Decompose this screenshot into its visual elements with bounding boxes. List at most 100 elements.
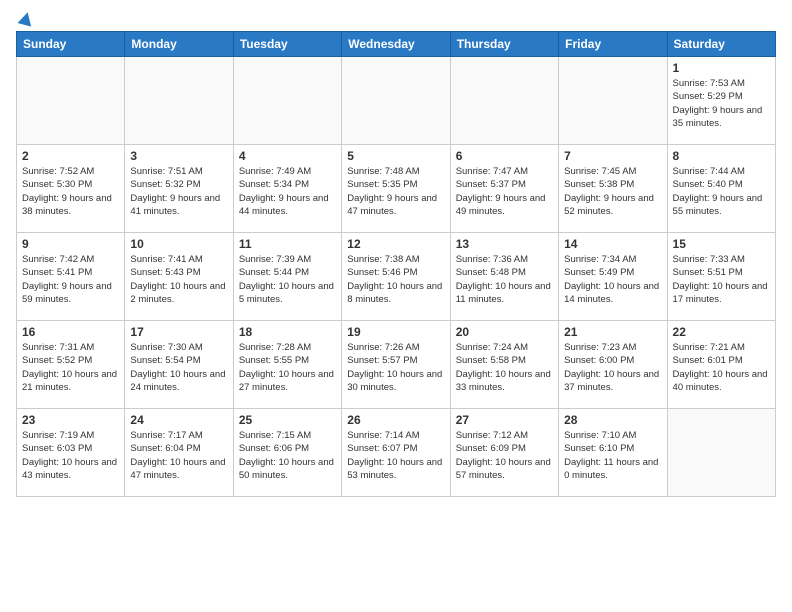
weekday-header-tuesday: Tuesday (233, 32, 341, 57)
day-number: 19 (347, 325, 444, 339)
day-number: 14 (564, 237, 661, 251)
calendar-cell: 27 Sunrise: 7:12 AM Sunset: 6:09 PM Dayli… (450, 409, 558, 497)
calendar-cell: 26 Sunrise: 7:14 AM Sunset: 6:07 PM Dayli… (342, 409, 450, 497)
weekday-header-sunday: Sunday (17, 32, 125, 57)
calendar-cell (233, 57, 341, 145)
calendar-cell: 7 Sunrise: 7:45 AM Sunset: 5:38 PM Daylig… (559, 145, 667, 233)
day-info: Sunrise: 7:26 AM Sunset: 5:57 PM Dayligh… (347, 341, 444, 394)
calendar-cell: 24 Sunrise: 7:17 AM Sunset: 6:04 PM Dayli… (125, 409, 233, 497)
weekday-header-saturday: Saturday (667, 32, 775, 57)
day-info: Sunrise: 7:39 AM Sunset: 5:44 PM Dayligh… (239, 253, 336, 306)
day-info: Sunrise: 7:28 AM Sunset: 5:55 PM Dayligh… (239, 341, 336, 394)
calendar-header-row: SundayMondayTuesdayWednesdayThursdayFrid… (17, 32, 776, 57)
weekday-header-monday: Monday (125, 32, 233, 57)
day-number: 15 (673, 237, 770, 251)
weekday-header-thursday: Thursday (450, 32, 558, 57)
page-header (16, 16, 776, 21)
calendar-cell: 1 Sunrise: 7:53 AM Sunset: 5:29 PM Daylig… (667, 57, 775, 145)
day-number: 23 (22, 413, 119, 427)
day-number: 1 (673, 61, 770, 75)
calendar-cell (450, 57, 558, 145)
day-info: Sunrise: 7:45 AM Sunset: 5:38 PM Dayligh… (564, 165, 661, 218)
day-info: Sunrise: 7:24 AM Sunset: 5:58 PM Dayligh… (456, 341, 553, 394)
weekday-header-friday: Friday (559, 32, 667, 57)
calendar-cell: 22 Sunrise: 7:21 AM Sunset: 6:01 PM Dayli… (667, 321, 775, 409)
day-info: Sunrise: 7:52 AM Sunset: 5:30 PM Dayligh… (22, 165, 119, 218)
day-info: Sunrise: 7:44 AM Sunset: 5:40 PM Dayligh… (673, 165, 770, 218)
calendar-cell: 5 Sunrise: 7:48 AM Sunset: 5:35 PM Daylig… (342, 145, 450, 233)
day-number: 28 (564, 413, 661, 427)
day-info: Sunrise: 7:30 AM Sunset: 5:54 PM Dayligh… (130, 341, 227, 394)
day-number: 20 (456, 325, 553, 339)
day-info: Sunrise: 7:15 AM Sunset: 6:06 PM Dayligh… (239, 429, 336, 482)
logo (16, 16, 33, 21)
calendar-cell (667, 409, 775, 497)
day-info: Sunrise: 7:51 AM Sunset: 5:32 PM Dayligh… (130, 165, 227, 218)
day-number: 25 (239, 413, 336, 427)
day-info: Sunrise: 7:38 AM Sunset: 5:46 PM Dayligh… (347, 253, 444, 306)
calendar-cell: 28Sunrise: 7:10 AM Sunset: 6:10 PM Dayli… (559, 409, 667, 497)
weekday-header-wednesday: Wednesday (342, 32, 450, 57)
day-number: 16 (22, 325, 119, 339)
day-number: 7 (564, 149, 661, 163)
day-number: 17 (130, 325, 227, 339)
calendar-cell: 13 Sunrise: 7:36 AM Sunset: 5:48 PM Dayli… (450, 233, 558, 321)
day-number: 2 (22, 149, 119, 163)
calendar-cell: 10 Sunrise: 7:41 AM Sunset: 5:43 PM Dayli… (125, 233, 233, 321)
day-number: 4 (239, 149, 336, 163)
day-number: 18 (239, 325, 336, 339)
day-info: Sunrise: 7:12 AM Sunset: 6:09 PM Dayligh… (456, 429, 553, 482)
day-info: Sunrise: 7:19 AM Sunset: 6:03 PM Dayligh… (22, 429, 119, 482)
calendar-cell: 19 Sunrise: 7:26 AM Sunset: 5:57 PM Dayli… (342, 321, 450, 409)
calendar-cell: 25 Sunrise: 7:15 AM Sunset: 6:06 PM Dayli… (233, 409, 341, 497)
calendar-cell: 14Sunrise: 7:34 AM Sunset: 5:49 PM Dayli… (559, 233, 667, 321)
day-number: 3 (130, 149, 227, 163)
day-number: 11 (239, 237, 336, 251)
calendar-week-row: 9Sunrise: 7:42 AM Sunset: 5:41 PM Daylig… (17, 233, 776, 321)
calendar-week-row: 2 Sunrise: 7:52 AM Sunset: 5:30 PM Daylig… (17, 145, 776, 233)
day-number: 10 (130, 237, 227, 251)
day-number: 5 (347, 149, 444, 163)
day-info: Sunrise: 7:53 AM Sunset: 5:29 PM Dayligh… (673, 77, 770, 130)
day-info: Sunrise: 7:41 AM Sunset: 5:43 PM Dayligh… (130, 253, 227, 306)
day-number: 22 (673, 325, 770, 339)
calendar-cell: 4 Sunrise: 7:49 AM Sunset: 5:34 PM Daylig… (233, 145, 341, 233)
day-info: Sunrise: 7:21 AM Sunset: 6:01 PM Dayligh… (673, 341, 770, 394)
day-info: Sunrise: 7:36 AM Sunset: 5:48 PM Dayligh… (456, 253, 553, 306)
calendar-cell: 21 Sunrise: 7:23 AM Sunset: 6:00 PM Dayli… (559, 321, 667, 409)
day-info: Sunrise: 7:42 AM Sunset: 5:41 PM Dayligh… (22, 253, 119, 306)
day-number: 12 (347, 237, 444, 251)
day-number: 26 (347, 413, 444, 427)
day-info: Sunrise: 7:49 AM Sunset: 5:34 PM Dayligh… (239, 165, 336, 218)
calendar-cell (342, 57, 450, 145)
day-number: 13 (456, 237, 553, 251)
day-number: 6 (456, 149, 553, 163)
calendar-cell (17, 57, 125, 145)
calendar-cell: 2 Sunrise: 7:52 AM Sunset: 5:30 PM Daylig… (17, 145, 125, 233)
calendar-cell: 15 Sunrise: 7:33 AM Sunset: 5:51 PM Dayli… (667, 233, 775, 321)
day-number: 21 (564, 325, 661, 339)
calendar-cell: 12 Sunrise: 7:38 AM Sunset: 5:46 PM Dayli… (342, 233, 450, 321)
calendar-cell: 9Sunrise: 7:42 AM Sunset: 5:41 PM Daylig… (17, 233, 125, 321)
day-number: 8 (673, 149, 770, 163)
calendar-table: SundayMondayTuesdayWednesdayThursdayFrid… (16, 31, 776, 497)
calendar-cell (125, 57, 233, 145)
day-info: Sunrise: 7:17 AM Sunset: 6:04 PM Dayligh… (130, 429, 227, 482)
calendar-cell: 20 Sunrise: 7:24 AM Sunset: 5:58 PM Dayli… (450, 321, 558, 409)
calendar-cell: 18 Sunrise: 7:28 AM Sunset: 5:55 PM Dayli… (233, 321, 341, 409)
day-info: Sunrise: 7:14 AM Sunset: 6:07 PM Dayligh… (347, 429, 444, 482)
calendar-cell: 3 Sunrise: 7:51 AM Sunset: 5:32 PM Daylig… (125, 145, 233, 233)
calendar-cell: 17 Sunrise: 7:30 AM Sunset: 5:54 PM Dayli… (125, 321, 233, 409)
day-info: Sunrise: 7:23 AM Sunset: 6:00 PM Dayligh… (564, 341, 661, 394)
calendar-cell: 8 Sunrise: 7:44 AM Sunset: 5:40 PM Daylig… (667, 145, 775, 233)
calendar-cell: 11 Sunrise: 7:39 AM Sunset: 5:44 PM Dayli… (233, 233, 341, 321)
calendar-week-row: 1 Sunrise: 7:53 AM Sunset: 5:29 PM Daylig… (17, 57, 776, 145)
day-info: Sunrise: 7:33 AM Sunset: 5:51 PM Dayligh… (673, 253, 770, 306)
calendar-cell: 16 Sunrise: 7:31 AM Sunset: 5:52 PM Dayli… (17, 321, 125, 409)
day-number: 27 (456, 413, 553, 427)
day-info: Sunrise: 7:31 AM Sunset: 5:52 PM Dayligh… (22, 341, 119, 394)
day-info: Sunrise: 7:48 AM Sunset: 5:35 PM Dayligh… (347, 165, 444, 218)
calendar-cell (559, 57, 667, 145)
calendar-cell: 23 Sunrise: 7:19 AM Sunset: 6:03 PM Dayli… (17, 409, 125, 497)
day-number: 24 (130, 413, 227, 427)
